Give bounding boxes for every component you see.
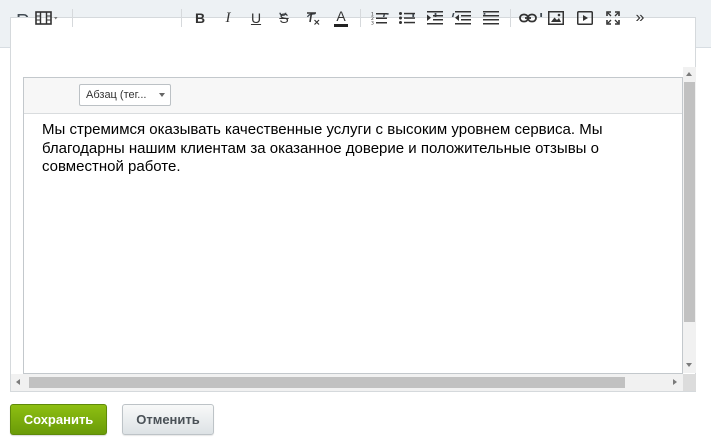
scrollbar-corner (683, 374, 696, 391)
ordered-list-icon: 1 2 3 (371, 12, 387, 26)
indent-button[interactable] (424, 0, 446, 36)
chevron-down-icon (159, 93, 165, 97)
strikethrough-icon: S (279, 10, 289, 26)
more-button[interactable]: » (629, 0, 651, 36)
italic-icon: I (225, 9, 231, 26)
align-button[interactable] (480, 0, 502, 36)
outdent-button[interactable] (452, 0, 474, 36)
toolbar-separator (360, 9, 361, 27)
vertical-scroll-thumb[interactable] (684, 82, 695, 322)
horizontal-scroll-thumb[interactable] (29, 377, 625, 388)
more-icon: » (635, 9, 645, 26)
remove-format-icon (307, 12, 320, 25)
scroll-down-arrow-icon[interactable] (686, 363, 692, 367)
bold-button[interactable]: B (189, 0, 211, 36)
scroll-up-arrow-icon[interactable] (686, 72, 692, 76)
font-color-icon: A (334, 7, 348, 27)
font-color-glyph: A (336, 7, 346, 24)
link-button[interactable] (517, 0, 539, 36)
font-color-swatch (334, 23, 348, 27)
fullscreen-button[interactable] (602, 0, 624, 36)
source-view-button[interactable] (30, 0, 66, 36)
unordered-list-button[interactable] (396, 0, 418, 36)
indent-icon (427, 11, 443, 25)
outdent-icon (455, 11, 471, 25)
editor-content[interactable]: Мы стремимся оказывать качественные услу… (42, 121, 672, 177)
video-button[interactable] (574, 0, 596, 36)
unordered-list-icon (399, 12, 415, 24)
bold-icon: B (194, 10, 206, 26)
toolbar-separator (510, 9, 511, 27)
underline-icon: U (250, 10, 262, 26)
underline-button[interactable]: U (245, 0, 267, 36)
font-color-button[interactable]: A (330, 0, 352, 36)
format-select-value: Абзац (тег... (86, 89, 147, 101)
image-icon (548, 11, 564, 25)
ordered-list-button[interactable]: 1 2 3 (368, 0, 390, 36)
fullscreen-icon (606, 11, 620, 25)
video-icon (577, 11, 593, 25)
italic-button[interactable]: I (217, 0, 239, 36)
link-icon (519, 13, 537, 23)
remove-format-button[interactable] (302, 0, 324, 36)
image-button[interactable] (545, 0, 567, 36)
format-select[interactable]: Абзац (тег... (79, 84, 171, 106)
save-button[interactable]: Сохранить (10, 404, 107, 435)
strikethrough-button[interactable]: S (273, 0, 295, 36)
svg-text:3: 3 (371, 21, 374, 26)
vertical-scrollbar[interactable] (683, 67, 696, 373)
toolbar-separator (72, 9, 73, 27)
scroll-right-arrow-icon[interactable] (673, 379, 677, 385)
source-view-icon (35, 11, 58, 25)
align-icon (483, 11, 499, 25)
horizontal-scrollbar[interactable] (11, 374, 683, 391)
cancel-button[interactable]: Отменить (122, 404, 214, 435)
toolbar-separator (181, 9, 182, 27)
scroll-left-arrow-icon[interactable] (16, 379, 20, 385)
